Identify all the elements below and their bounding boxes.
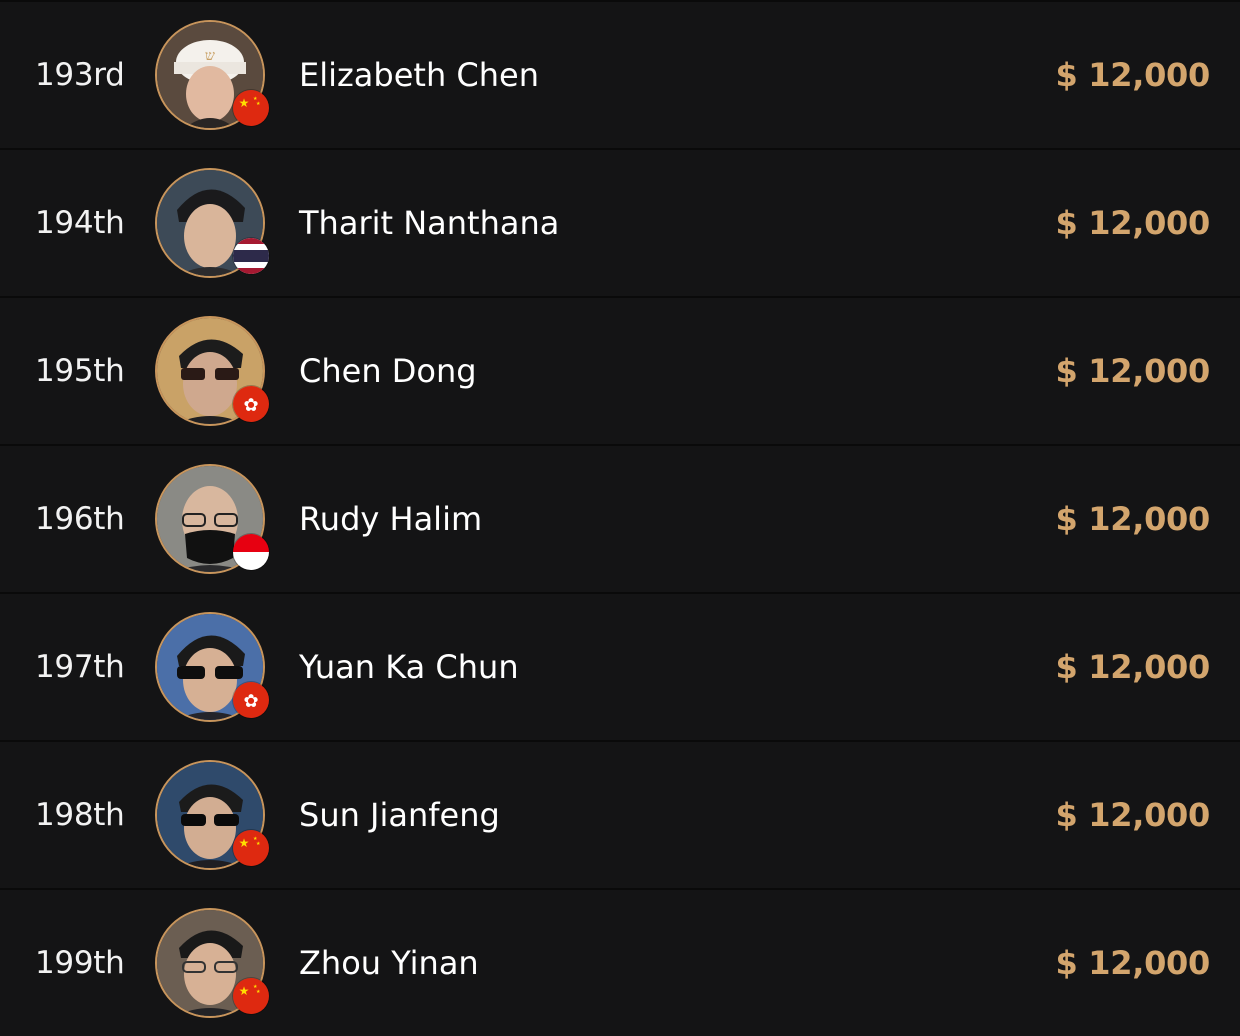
player-avatar[interactable]: ✿: [155, 612, 269, 722]
player-avatar[interactable]: ★ ★ ★: [155, 760, 269, 870]
china-flag-icon: ★ ★ ★: [233, 90, 269, 126]
player-name[interactable]: Zhou Yinan: [299, 944, 479, 982]
rank-label: 199th: [35, 945, 125, 981]
svg-text:✿: ✿: [243, 395, 258, 416]
player-avatar[interactable]: ★ ★ ★: [155, 908, 269, 1018]
svg-text:★: ★: [239, 96, 250, 110]
player-avatar[interactable]: [155, 168, 269, 278]
prize-amount: $ 12,000: [1055, 944, 1211, 982]
player-name[interactable]: Rudy Halim: [299, 500, 482, 538]
rank-label: 197th: [35, 649, 125, 685]
hong-kong-flag-icon: ✿: [233, 386, 269, 422]
rank-label: 194th: [35, 205, 125, 241]
player-row[interactable]: 198th ★ ★ ★ Sun Jianfeng $ 12,000: [0, 740, 1240, 888]
hong-kong-flag-icon: ✿: [233, 682, 269, 718]
player-row[interactable]: 196th Rudy Halim $ 12,000: [0, 444, 1240, 592]
player-row[interactable]: 194th Tharit Nanthana $ 12,000: [0, 148, 1240, 296]
prize-amount: $ 12,000: [1055, 352, 1211, 390]
player-avatar[interactable]: ✿: [155, 316, 269, 426]
player-name[interactable]: Elizabeth Chen: [299, 56, 539, 94]
china-flag-icon: ★ ★ ★: [233, 978, 269, 1014]
prize-amount: $ 12,000: [1055, 500, 1211, 538]
china-flag-icon: ★ ★ ★: [233, 830, 269, 866]
svg-text:★: ★: [256, 101, 261, 107]
results-list: 193rd ש ★ ★ ★ Elizabeth Chen $ 12,000 19…: [0, 0, 1240, 1036]
player-name[interactable]: Tharit Nanthana: [299, 204, 559, 242]
player-avatar[interactable]: ש ★ ★ ★: [155, 20, 269, 130]
prize-amount: $ 12,000: [1055, 204, 1211, 242]
player-name[interactable]: Chen Dong: [299, 352, 477, 390]
svg-text:★: ★: [256, 841, 261, 847]
rank-label: 196th: [35, 501, 125, 537]
svg-text:ש: ש: [205, 48, 215, 64]
player-row[interactable]: 197th ✿ Yuan Ka Chun $ 12,000: [0, 592, 1240, 740]
player-avatar[interactable]: [155, 464, 269, 574]
prize-amount: $ 12,000: [1055, 648, 1211, 686]
player-name[interactable]: Sun Jianfeng: [299, 796, 500, 834]
rank-label: 198th: [35, 797, 125, 833]
svg-text:★: ★: [239, 984, 250, 998]
svg-text:★: ★: [239, 836, 250, 850]
thailand-flag-icon: [233, 238, 269, 274]
prize-amount: $ 12,000: [1055, 796, 1211, 834]
player-row[interactable]: 195th ✿ Chen Dong $ 12,000: [0, 296, 1240, 444]
rank-label: 195th: [35, 353, 125, 389]
svg-text:★: ★: [256, 989, 261, 995]
prize-amount: $ 12,000: [1055, 56, 1211, 94]
rank-label: 193rd: [35, 57, 125, 93]
indonesia-flag-icon: [233, 534, 269, 570]
player-row[interactable]: 193rd ש ★ ★ ★ Elizabeth Chen $ 12,000: [0, 0, 1240, 148]
svg-text:✿: ✿: [243, 691, 258, 712]
player-name[interactable]: Yuan Ka Chun: [299, 648, 519, 686]
player-row[interactable]: 199th ★ ★ ★ Zhou Yinan $ 12,000: [0, 888, 1240, 1036]
